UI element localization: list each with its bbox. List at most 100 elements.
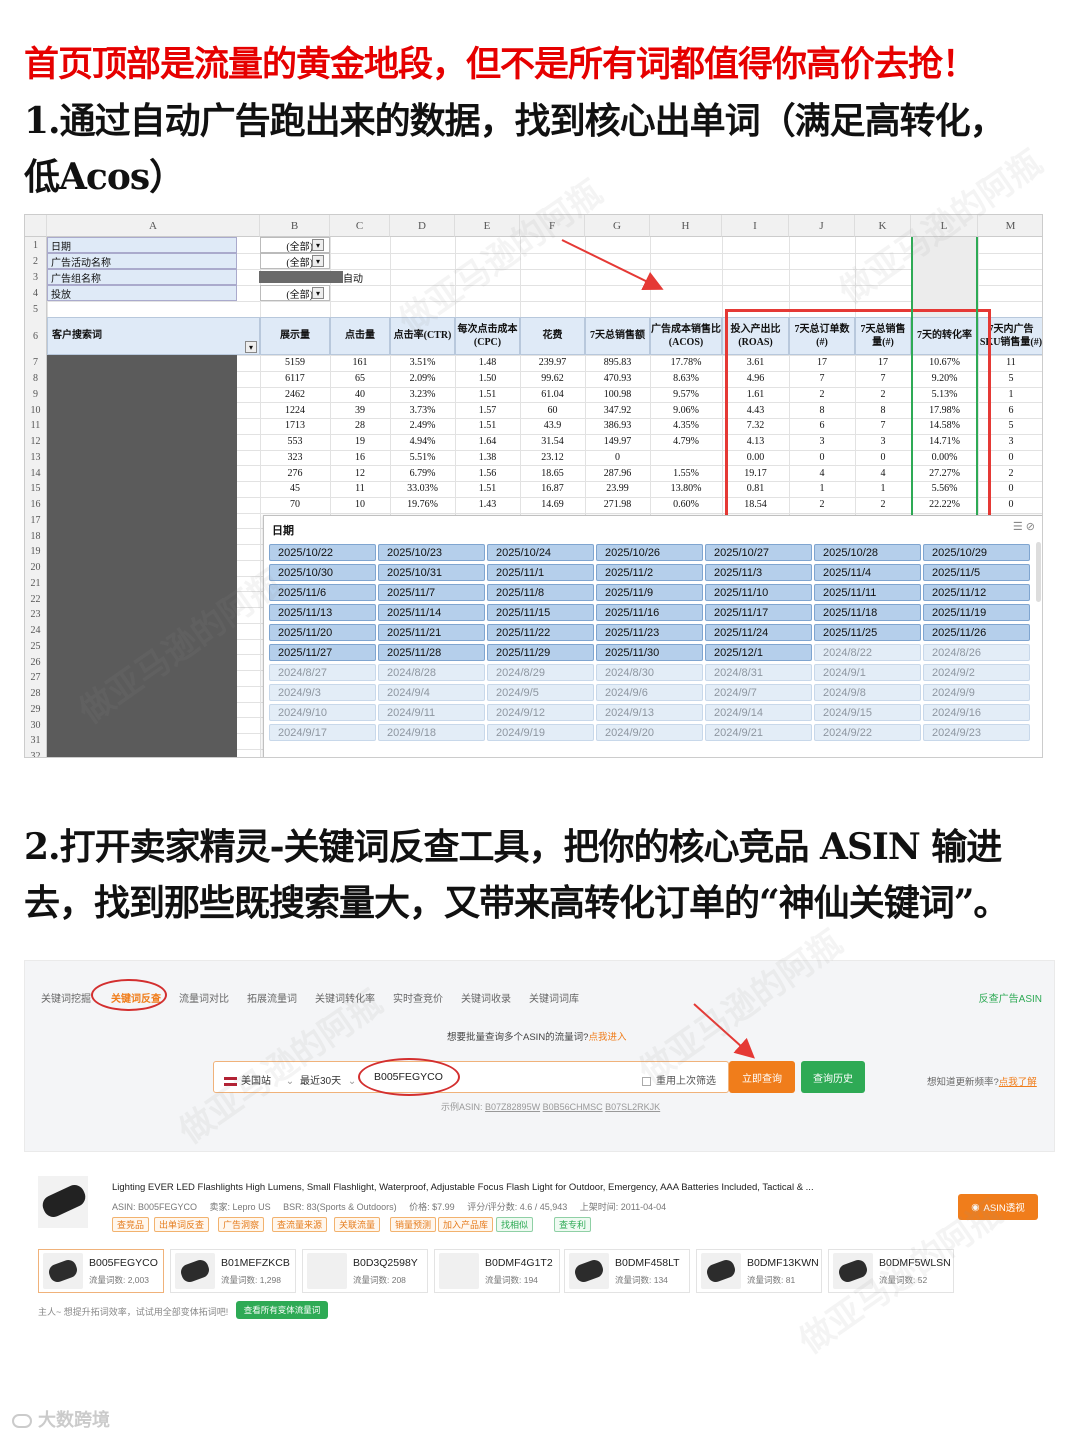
slicer-date-item[interactable]: 2025/11/2 (596, 564, 703, 581)
slicer-date-item[interactable]: 2024/8/31 (705, 664, 812, 681)
variant-card[interactable]: B0D3Q2598Y 流量词数: 208 (302, 1249, 428, 1293)
tab-item[interactable]: 关键词挖掘 (41, 990, 91, 1005)
variant-card[interactable]: B01MEFZKCB 流量词数: 1,298 (170, 1249, 296, 1293)
slicer-date-item[interactable]: 2024/8/26 (923, 644, 1030, 661)
slicer-date-item[interactable]: 2025/11/20 (269, 624, 376, 641)
slicer-date-item[interactable]: 2024/9/14 (705, 704, 812, 721)
slicer-date-item[interactable]: 2025/11/17 (705, 604, 812, 621)
slicer-date-item[interactable]: 2025/11/28 (378, 644, 485, 661)
slicer-date-item[interactable]: 2024/9/2 (923, 664, 1030, 681)
slicer-date-item[interactable]: 2025/11/10 (705, 584, 812, 601)
slicer-date-item[interactable]: 2025/11/14 (378, 604, 485, 621)
row-number[interactable]: 28 (25, 685, 47, 702)
slicer-date-item[interactable]: 2024/9/3 (269, 684, 376, 701)
example-asin[interactable]: B0B56CHMSC (543, 1102, 603, 1112)
product-tag-button[interactable]: 查流量来源 (272, 1217, 328, 1232)
column-header[interactable]: J (789, 215, 855, 237)
slicer-date-item[interactable]: 2025/11/8 (487, 584, 594, 601)
slicer-date-item[interactable]: 2025/10/22 (269, 544, 376, 561)
example-asin[interactable]: B07SL2RKJK (605, 1102, 660, 1112)
slicer-date-item[interactable]: 2025/10/31 (378, 564, 485, 581)
slicer-date-item[interactable]: 2025/10/23 (378, 544, 485, 561)
row-number[interactable]: 12 (25, 433, 47, 450)
slicer-date-item[interactable]: 2025/11/21 (378, 624, 485, 641)
slicer-date-item[interactable]: 2024/9/13 (596, 704, 703, 721)
slicer-date-item[interactable]: 2024/8/27 (269, 664, 376, 681)
row-number[interactable]: 29 (25, 701, 47, 718)
slicer-date-item[interactable]: 2025/11/9 (596, 584, 703, 601)
row-number[interactable]: 23 (25, 607, 47, 623)
row-number[interactable]: 2 (25, 253, 47, 269)
slicer-date-item[interactable]: 2025/11/6 (269, 584, 376, 601)
row-number[interactable]: 19 (25, 544, 47, 560)
slicer-date-item[interactable]: 2024/8/22 (814, 644, 921, 661)
slicer-date-item[interactable]: 2024/9/20 (596, 724, 703, 741)
slicer-date-item[interactable]: 2025/11/3 (705, 564, 812, 581)
slicer-date-item[interactable]: 2025/11/1 (487, 564, 594, 581)
variant-card[interactable]: B005FEGYCO 流量词数: 2,003 (38, 1249, 164, 1293)
filter-value[interactable]: 自动 (343, 269, 383, 285)
row-number[interactable]: 17 (25, 512, 47, 529)
variant-card[interactable]: B0DMF4G1T2 流量词数: 194 (434, 1249, 560, 1293)
product-tag-button[interactable]: 查竞品 (112, 1217, 150, 1232)
slicer-date-item[interactable]: 2025/11/23 (596, 624, 703, 641)
slicer-date-item[interactable]: 2025/11/24 (705, 624, 812, 641)
slicer-date-item[interactable]: 2024/8/28 (378, 664, 485, 681)
slicer-scrollbar[interactable] (1036, 542, 1041, 602)
row-number[interactable]: 27 (25, 670, 47, 686)
row-number[interactable]: 7 (25, 355, 47, 371)
date-slicer[interactable]: 日期 ☰ ⊘ 2025/10/22 2025/10/23 2025/10/24 2025/… (263, 515, 1042, 757)
tab-item[interactable]: 拓展流量词 (247, 990, 297, 1005)
tab-item[interactable]: 关键词收录 (461, 990, 511, 1005)
row-number[interactable]: 18 (25, 528, 47, 544)
slicer-date-item[interactable]: 2024/9/6 (596, 684, 703, 701)
slicer-date-item[interactable]: 2024/9/8 (814, 684, 921, 701)
slicer-date-item[interactable]: 2025/11/22 (487, 624, 594, 641)
variant-card[interactable]: B0DMF458LT 流量词数: 134 (564, 1249, 690, 1293)
row-number[interactable]: 1 (25, 237, 47, 253)
column-header[interactable]: C (330, 215, 390, 237)
slicer-date-item[interactable]: 2025/11/30 (596, 644, 703, 661)
row-number[interactable]: 31 (25, 733, 47, 749)
dropdown-arrow-icon[interactable]: ▾ (312, 287, 324, 299)
row-number[interactable]: 16 (25, 496, 47, 513)
row-number[interactable]: 13 (25, 449, 47, 466)
query-button[interactable]: 立即查询 (729, 1061, 795, 1093)
column-header[interactable]: E (455, 215, 520, 237)
row-number[interactable]: 4 (25, 285, 47, 301)
slicer-date-item[interactable]: 2024/9/5 (487, 684, 594, 701)
slicer-date-item[interactable]: 2025/11/5 (923, 564, 1030, 581)
slicer-date-item[interactable]: 2025/11/18 (814, 604, 921, 621)
product-tag-button[interactable]: 广告洞察 (218, 1217, 265, 1232)
slicer-date-item[interactable]: 2025/11/19 (923, 604, 1030, 621)
column-header[interactable]: L (911, 215, 978, 237)
column-header[interactable]: H (650, 215, 722, 237)
tab-item[interactable]: 流量词对比 (179, 990, 229, 1005)
slicer-date-item[interactable]: 2024/9/21 (705, 724, 812, 741)
row-number[interactable]: 30 (25, 717, 47, 733)
row-number[interactable]: 24 (25, 622, 47, 639)
slicer-date-item[interactable]: 2024/9/19 (487, 724, 594, 741)
row-number[interactable]: 3 (25, 269, 47, 285)
column-header[interactable]: B (260, 215, 330, 237)
slicer-date-item[interactable]: 2025/10/27 (705, 544, 812, 561)
batch-link[interactable]: 点我进入 (588, 1032, 626, 1043)
slicer-date-item[interactable]: 2024/9/9 (923, 684, 1030, 701)
row-number[interactable]: 10 (25, 402, 47, 418)
slicer-date-item[interactable]: 2024/9/17 (269, 724, 376, 741)
slicer-date-item[interactable]: 2025/11/25 (814, 624, 921, 641)
slicer-date-item[interactable]: 2025/11/27 (269, 644, 376, 661)
product-title[interactable]: Lighting EVER LED Flashlights High Lumen… (112, 1182, 814, 1193)
row-number[interactable]: 11 (25, 418, 47, 434)
tab-item[interactable]: 关键词转化率 (315, 990, 375, 1005)
dropdown-arrow-icon[interactable]: ▾ (312, 239, 324, 251)
slicer-date-item[interactable]: 2025/11/29 (487, 644, 594, 661)
slicer-date-item[interactable]: 2024/9/10 (269, 704, 376, 721)
slicer-date-item[interactable]: 2025/11/15 (487, 604, 594, 621)
reuse-filter-checkbox[interactable]: 重用上次筛选 (642, 1072, 716, 1087)
row-number[interactable]: 32 (25, 748, 47, 757)
column-header[interactable]: K (855, 215, 911, 237)
product-tag-button[interactable]: 销量预测 (390, 1217, 437, 1232)
slicer-date-item[interactable]: 2024/9/11 (378, 704, 485, 721)
slicer-date-item[interactable]: 2025/11/13 (269, 604, 376, 621)
